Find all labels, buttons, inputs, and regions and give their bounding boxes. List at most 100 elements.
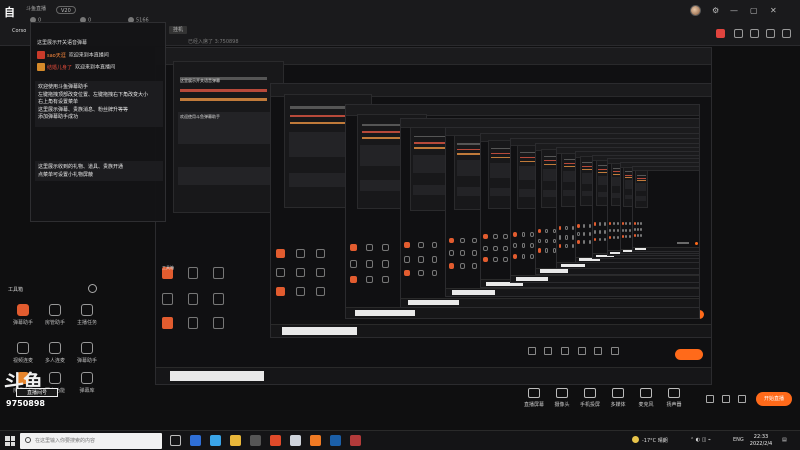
chat-panel-title: 这里展示开关语音弹幕 xyxy=(37,40,88,46)
room-level-badge: V20 xyxy=(56,6,76,14)
window-icon[interactable] xyxy=(782,29,791,38)
share-icon[interactable] xyxy=(716,29,725,38)
notification-icon[interactable]: ▤ xyxy=(782,437,787,443)
chat-line: 结婚儿身了 欢迎来到本直播间 xyxy=(37,63,115,71)
danmu-assistant-panel[interactable]: 这里展示开关语音弹幕 sao天涯 欢迎来到本直播间 结婚儿身了 欢迎来到本直播间 欢… xyxy=(30,22,166,222)
frame-chat-block xyxy=(636,183,647,192)
gift-info-message: 这里展示收到的礼物、道具、贵族开通 点菜单可设置小礼物屏蔽 xyxy=(35,161,163,181)
lock-icon[interactable] xyxy=(734,29,743,38)
input-language[interactable]: ENG xyxy=(733,437,744,443)
frame-taskbar xyxy=(633,246,699,251)
settings-small-icon[interactable] xyxy=(738,395,746,403)
app-logo: 自 xyxy=(4,6,15,19)
frame-toolbar xyxy=(655,241,695,245)
douyu-app-icon[interactable] xyxy=(310,435,321,446)
frame-tools xyxy=(633,220,642,238)
frame-hint: 欢迎使用斗鱼弹幕助手 xyxy=(180,114,220,119)
frame-chat-title: 这里展示开关语音弹幕 xyxy=(180,78,220,83)
start-live-button[interactable]: 开始直播 xyxy=(756,392,792,406)
chat-line: sao天涯 欢迎来到本直播间 xyxy=(37,51,109,59)
douyu-logo: 斗鱼 直播间号 9750898 xyxy=(4,366,74,412)
tool-label: 弹幕助手 xyxy=(76,358,97,364)
tool-icon xyxy=(81,304,93,316)
frame-tools xyxy=(621,220,631,240)
header-tabs: Corso xyxy=(0,26,26,36)
status-tab[interactable]: 挂机 xyxy=(169,26,188,34)
tool-label: 视频连麦 xyxy=(12,358,33,364)
frame-taskbar xyxy=(156,367,711,384)
minimize-icon[interactable]: — xyxy=(730,6,738,15)
frame-taskbar xyxy=(346,307,699,318)
frame-tools xyxy=(348,239,394,286)
tool-item[interactable]: 视频连麦 xyxy=(8,342,38,364)
frame-chat-line xyxy=(636,174,646,176)
frame-tools xyxy=(447,234,480,271)
brand-sub: 直播间号 xyxy=(16,388,58,397)
settings-icon[interactable]: ⚙ xyxy=(712,6,719,15)
weather-text[interactable]: -17°C 晴朗 xyxy=(642,437,668,444)
capture-frame xyxy=(632,166,700,252)
tool-item[interactable]: 主播任务 xyxy=(72,304,102,326)
frame-tools xyxy=(537,226,558,255)
taskbar-clock[interactable]: 22:33 2022/2/4 xyxy=(746,434,776,448)
taskbar-search[interactable] xyxy=(20,433,162,449)
tool-label: 主播任务 xyxy=(76,320,97,326)
browser-icon[interactable] xyxy=(210,435,221,446)
windows-start-icon[interactable] xyxy=(5,436,15,446)
tool-icon xyxy=(17,304,29,316)
tool-icon xyxy=(17,342,29,354)
search-icon xyxy=(25,437,31,443)
tray-icons[interactable]: ⌃ ◐ ◫ ⌁ xyxy=(690,437,711,443)
tool-icon xyxy=(81,342,93,354)
tool-icon xyxy=(49,342,61,354)
app-grey-icon[interactable] xyxy=(290,435,301,446)
camera-icon xyxy=(556,388,568,398)
frame-tools xyxy=(558,224,576,250)
app-red-icon[interactable] xyxy=(270,435,281,446)
close-icon[interactable]: ✕ xyxy=(770,6,777,15)
frame-taskbar xyxy=(401,297,699,307)
weather-icon[interactable] xyxy=(632,436,639,443)
edge-icon[interactable] xyxy=(190,435,201,446)
phone-icon xyxy=(584,388,596,398)
tool-item[interactable]: 房管助手 xyxy=(40,304,70,326)
frame-toolbar xyxy=(345,347,678,360)
volume-icon[interactable] xyxy=(706,395,714,403)
task-view-icon[interactable] xyxy=(170,435,181,446)
record-icon[interactable] xyxy=(722,395,730,403)
tool-label: 房管助手 xyxy=(44,320,65,326)
frame-tools xyxy=(512,229,536,260)
screen-icon[interactable] xyxy=(750,29,759,38)
assistant-welcome-message: 欢迎使用斗鱼弹幕助手 左键拖拽顶部改变位置、左键拖拽右下角改变大小 右上角有设置… xyxy=(35,81,163,127)
tool-item[interactable]: 弹幕助手 xyxy=(8,304,38,326)
gift-box-icon[interactable] xyxy=(766,29,775,38)
tab-corso[interactable]: Corso xyxy=(12,26,26,36)
frame-live-button xyxy=(694,242,699,246)
monitor-icon xyxy=(528,388,540,398)
frame-tools xyxy=(608,219,620,240)
tool-icon xyxy=(81,372,93,384)
store-icon[interactable] xyxy=(250,435,261,446)
tool-item[interactable]: 弹幕助手 xyxy=(72,342,102,364)
search-input[interactable] xyxy=(35,436,155,446)
status-text: 已经入席了 3:750898 xyxy=(188,39,239,45)
tool-item[interactable]: 弹幕库 xyxy=(72,372,102,394)
maximize-icon[interactable]: ▢ xyxy=(750,6,758,15)
folder-icon[interactable] xyxy=(230,435,241,446)
frame-tools-title: 工具箱 xyxy=(162,265,174,270)
app-dark-icon[interactable] xyxy=(350,435,361,446)
tool-item[interactable]: 多人连麦 xyxy=(40,342,70,364)
frame-chat-block xyxy=(636,196,647,201)
refresh-icon[interactable] xyxy=(88,284,97,293)
windows-taskbar: -17°C 晴朗 ⌃ ◐ ◫ ⌁ ENG 22:33 2022/2/4 ▤ xyxy=(0,430,800,450)
toolbox-title: 工具箱 xyxy=(8,287,24,293)
steam-icon[interactable] xyxy=(330,435,341,446)
frame-chat-line xyxy=(636,177,646,179)
tool-label: 弹幕库 xyxy=(79,388,95,394)
toolbar-speaker[interactable]: 扬声器 xyxy=(658,388,690,408)
frame-tools xyxy=(273,243,330,299)
avatar[interactable] xyxy=(690,5,701,16)
frame-chat-line xyxy=(180,89,268,93)
frame-chat-block xyxy=(178,166,277,185)
frame-taskbar xyxy=(446,287,699,296)
